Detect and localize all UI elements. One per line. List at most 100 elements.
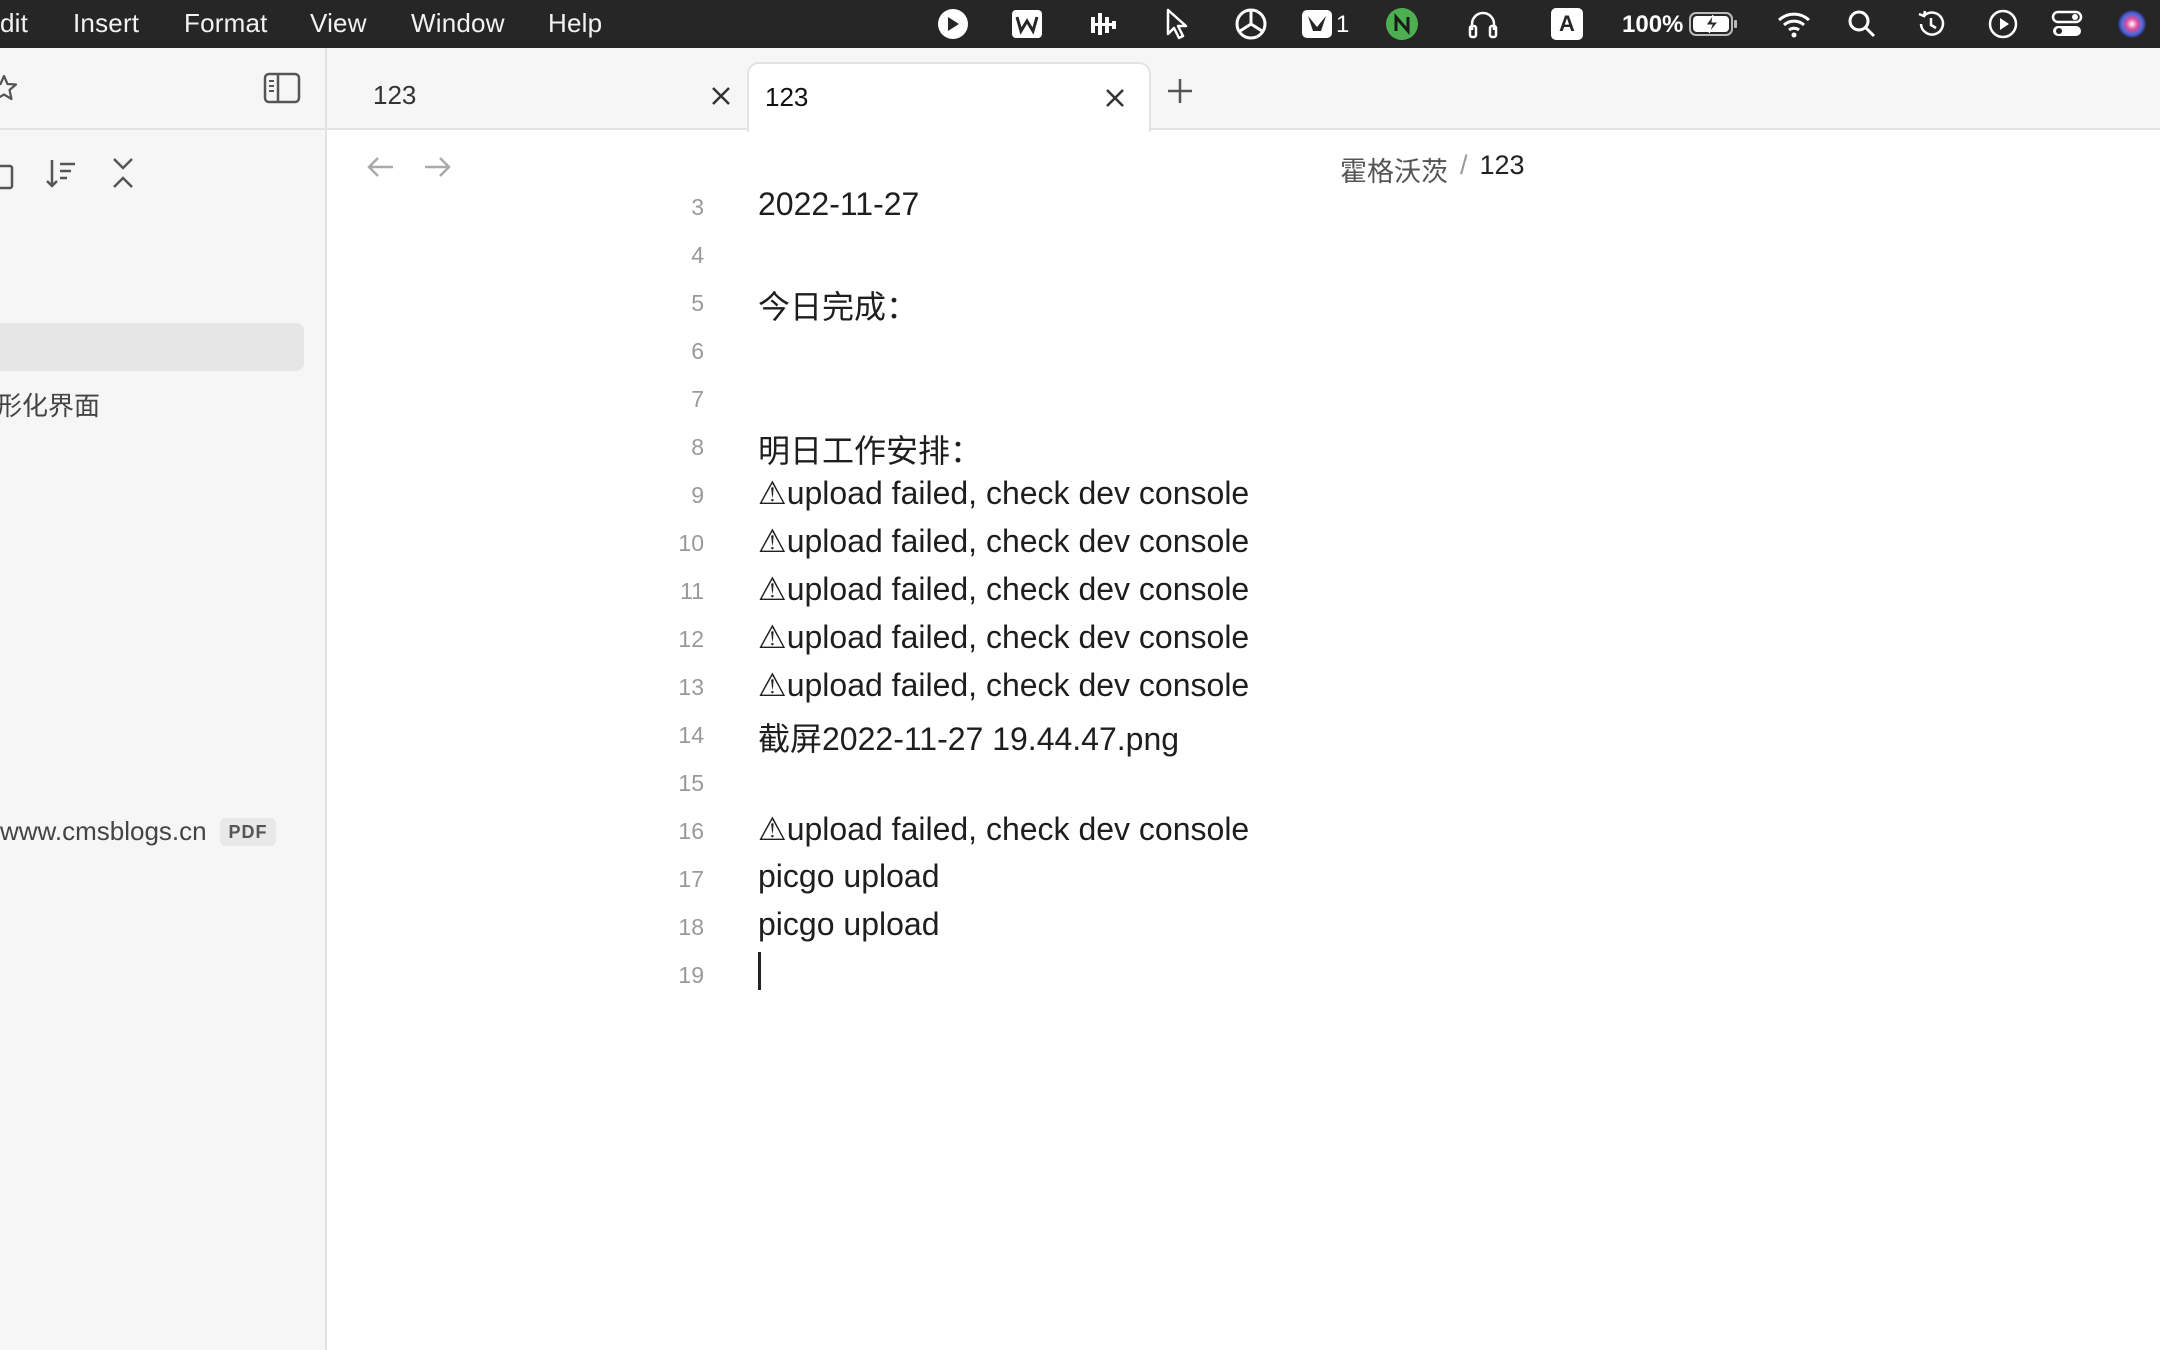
editor-line: 12 ⚠upload failed, check dev console (640, 614, 1740, 662)
line-number: 13 (678, 674, 704, 700)
search-icon[interactable] (1846, 7, 1878, 41)
line-number: 3 (691, 194, 704, 220)
line-number: 16 (678, 818, 704, 844)
breadcrumb-note[interactable]: 123 (1480, 150, 1525, 189)
notification-count: 1 (1336, 11, 1350, 38)
line-text[interactable]: picgo upload (758, 906, 939, 943)
wps-icon[interactable] (1010, 7, 1044, 41)
line-text[interactable]: ⚠upload failed, check dev console (758, 474, 1249, 512)
line-number: 17 (678, 866, 704, 892)
editor-line: 17 picgo upload (640, 854, 1740, 902)
new-folder-icon[interactable] (0, 160, 16, 197)
editor-line: 13 ⚠upload failed, check dev console (640, 662, 1740, 710)
text-cursor (758, 952, 761, 990)
perplexity-icon[interactable] (1234, 7, 1268, 41)
editor-line: 8 明日工作安排： (640, 422, 1740, 470)
line-text[interactable]: picgo upload (758, 858, 939, 895)
new-tab-icon[interactable] (1165, 76, 1195, 106)
line-number: 4 (691, 242, 704, 268)
menu-format[interactable]: Format (184, 8, 268, 39)
status-area: 1 A 100% (920, 0, 2160, 48)
menu-window[interactable]: Window (411, 8, 505, 39)
menu-help[interactable]: Help (548, 8, 602, 39)
input-method-letter: A (1551, 8, 1583, 40)
time-machine-icon[interactable] (1914, 7, 1948, 41)
line-text[interactable]: ⚠upload failed, check dev console (758, 522, 1249, 560)
line-number: 7 (691, 386, 704, 412)
n-icon[interactable] (1384, 7, 1420, 41)
forward-arrow-icon[interactable] (422, 154, 452, 185)
back-arrow-icon[interactable] (366, 154, 396, 185)
line-text[interactable]: 明日工作安排： (758, 426, 982, 472)
editor-content[interactable]: 3 2022-11-27 4 5 今日完成： 6 7 8 明日工作安排： 9 ⚠uplo… (640, 190, 1740, 1010)
line-text[interactable]: ⚠upload failed, check dev console (758, 570, 1249, 608)
line-number: 19 (678, 962, 704, 988)
editor-line: 18 picgo upload (640, 902, 1740, 950)
editor-line: 15 (640, 758, 1740, 806)
cursor-icon[interactable] (1160, 7, 1194, 41)
play-icon[interactable] (1986, 7, 2020, 41)
collapse-all-icon[interactable] (108, 156, 138, 195)
editor-line: 10 ⚠upload failed, check dev console (640, 518, 1740, 566)
editor-line: 6 (640, 326, 1740, 374)
battery-percent: 100% (1622, 11, 1684, 38)
editor-line: 9 ⚠upload failed, check dev console (640, 470, 1740, 518)
line-number: 6 (691, 338, 704, 364)
tab-active[interactable]: 123 (747, 62, 1151, 132)
menu-bar: dit Insert Format View Window Help 1 A 1… (0, 0, 2160, 48)
sidebar-pdf-item[interactable]: www.cmsblogs.cn (0, 816, 207, 847)
siri-icon[interactable] (2114, 7, 2150, 41)
line-text[interactable]: 今日完成： (758, 282, 918, 328)
line-text[interactable]: 2022-11-27 (758, 190, 919, 223)
line-number: 12 (678, 626, 704, 652)
line-number: 9 (691, 482, 704, 508)
battery-icon[interactable] (1688, 7, 1740, 41)
menu-view[interactable]: View (310, 8, 367, 39)
tab-inactive[interactable]: 123 (347, 62, 747, 130)
selected-file-row[interactable] (0, 323, 304, 371)
editor-line: 11 ⚠upload failed, check dev console (640, 566, 1740, 614)
sidebar-toggle-icon[interactable] (263, 72, 301, 109)
editor-line: 16 ⚠upload failed, check dev console (640, 806, 1740, 854)
editor-line: 5 今日完成： (640, 278, 1740, 326)
menu-insert[interactable]: Insert (73, 8, 139, 39)
line-number: 11 (680, 578, 704, 604)
line-text[interactable]: ⚠upload failed, check dev console (758, 666, 1249, 704)
editor-line: 19 (640, 950, 1740, 998)
editor-line: 7 (640, 374, 1740, 422)
tab-bar: 123 123 (327, 48, 2160, 132)
tab-title: 123 (765, 82, 809, 112)
app-badge-icon[interactable] (1300, 7, 1334, 41)
line-number: 18 (678, 914, 704, 940)
close-icon[interactable] (707, 82, 735, 110)
menu-edit[interactable]: dit (0, 8, 28, 39)
line-text[interactable]: ⚠upload failed, check dev console (758, 618, 1249, 656)
editor-line: 4 (640, 230, 1740, 278)
editor-line: 3 2022-11-27 (640, 190, 1740, 230)
line-number: 10 (678, 530, 704, 556)
line-number: 14 (678, 722, 704, 748)
line-number: 5 (691, 290, 704, 316)
line-number: 8 (691, 434, 704, 460)
headphones-icon[interactable] (1466, 7, 1500, 41)
star-icon[interactable] (0, 74, 18, 107)
tab-title: 123 (373, 80, 417, 110)
control-center-icon[interactable] (2050, 7, 2084, 41)
sidebar-file-item[interactable]: 形化界面 (0, 386, 100, 423)
breadcrumb: 霍格沃茨 / 123 (1340, 150, 1525, 189)
sort-icon[interactable] (44, 156, 78, 195)
file-explorer-sidebar: 形化界面 www.cmsblogs.cn PDF (0, 48, 327, 1350)
line-text[interactable]: ⚠upload failed, check dev console (758, 810, 1249, 848)
sidebar-header (0, 48, 325, 130)
breadcrumb-folder[interactable]: 霍格沃茨 (1340, 150, 1448, 189)
line-text[interactable]: 截屏2022-11-27 19.44.47.png (758, 714, 1179, 760)
wifi-icon[interactable] (1776, 7, 1812, 41)
pdf-badge: PDF (220, 818, 276, 846)
editor-line: 14 截屏2022-11-27 19.44.47.png (640, 710, 1740, 758)
breadcrumb-separator: / (1460, 150, 1468, 180)
tracker-icon[interactable] (1086, 7, 1120, 41)
close-icon[interactable] (1101, 84, 1129, 112)
input-method-icon[interactable]: A (1550, 7, 1584, 41)
line-number: 15 (678, 770, 704, 796)
pen-icon[interactable] (936, 7, 970, 41)
